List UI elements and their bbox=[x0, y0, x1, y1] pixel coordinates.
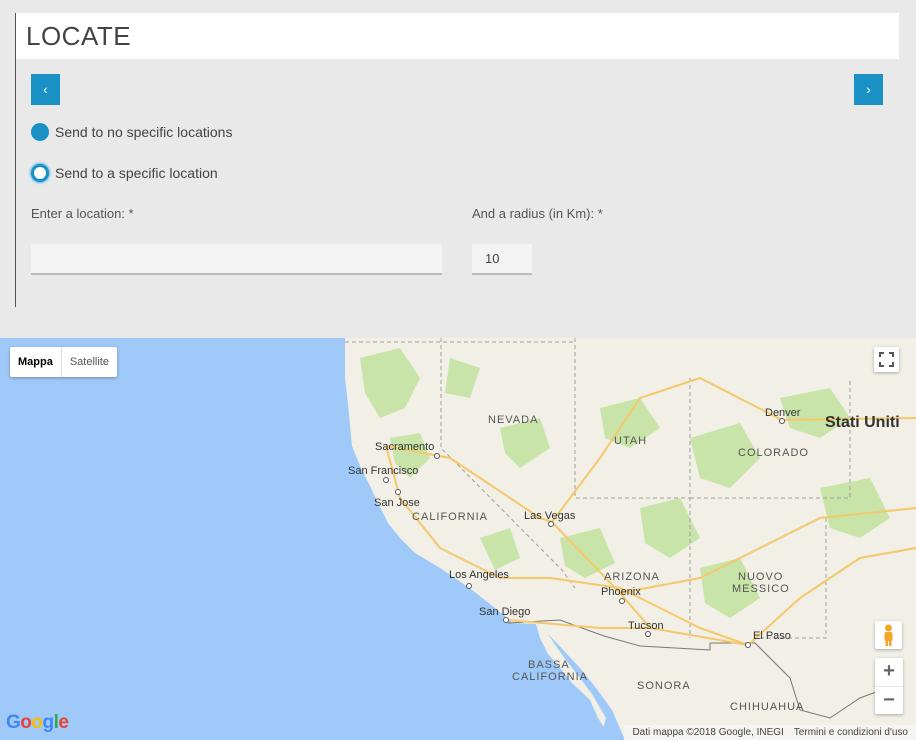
previous-button[interactable]: ‹ bbox=[31, 74, 60, 105]
zoom-control: + − bbox=[875, 658, 903, 714]
pegman-icon bbox=[884, 624, 893, 646]
zoom-in-button[interactable]: + bbox=[875, 658, 903, 687]
state-label-nevada: NEVADA bbox=[488, 414, 538, 426]
location-input[interactable] bbox=[31, 244, 442, 275]
google-logo: Google bbox=[6, 712, 69, 733]
city-tucson: Tucson bbox=[628, 620, 664, 632]
state-label-nuovo: NUOVO bbox=[738, 571, 783, 583]
zoom-out-button[interactable]: − bbox=[875, 687, 903, 715]
fullscreen-button[interactable] bbox=[874, 347, 899, 372]
radio-label-specific: Send to a specific location bbox=[55, 165, 218, 181]
radio-unchecked-icon[interactable] bbox=[31, 164, 49, 182]
city-sacramento: Sacramento bbox=[375, 441, 434, 453]
map-type-mappa-button[interactable]: Mappa bbox=[10, 347, 62, 377]
state-label-chihuahua: CHIHUAHUA bbox=[730, 701, 804, 713]
street-view-pegman-button[interactable] bbox=[875, 621, 902, 649]
map-canvas[interactable]: NEVADA UTAH COLORADO CALIFORNIA ARIZONA … bbox=[0, 338, 916, 740]
city-phoenix: Phoenix bbox=[601, 586, 641, 598]
page-title: LOCATE bbox=[26, 21, 132, 51]
radio-label-no-specific: Send to no specific locations bbox=[55, 124, 233, 140]
attribution-terms-link[interactable]: Termini e condizioni d'uso bbox=[794, 725, 908, 740]
city-los-angeles: Los Angeles bbox=[449, 569, 509, 581]
state-label-sonora: SONORA bbox=[637, 680, 691, 692]
radius-input[interactable] bbox=[472, 244, 532, 275]
map-type-control: Mappa Satellite bbox=[10, 347, 117, 377]
city-san-jose: San Jose bbox=[374, 497, 420, 509]
state-label-bassa-california: CALIFORNIA bbox=[512, 671, 588, 683]
fullscreen-icon bbox=[879, 352, 894, 367]
city-san-francisco: San Francisco bbox=[348, 465, 418, 477]
state-label-arizona: ARIZONA bbox=[604, 571, 660, 583]
state-label-colorado: COLORADO bbox=[738, 447, 809, 459]
map[interactable]: NEVADA UTAH COLORADO CALIFORNIA ARIZONA … bbox=[0, 338, 916, 740]
state-label-messico: MESSICO bbox=[732, 583, 790, 595]
country-label: Stati Uniti bbox=[825, 414, 900, 431]
state-label-bassa: BASSA bbox=[528, 659, 570, 671]
city-san-diego: San Diego bbox=[479, 606, 530, 618]
attribution-data: Dati mappa ©2018 Google, INEGI bbox=[632, 727, 784, 738]
next-button[interactable]: › bbox=[854, 74, 883, 105]
state-label-utah: UTAH bbox=[614, 435, 647, 447]
map-attribution: Dati mappa ©2018 Google, INEGI Termini e… bbox=[624, 725, 916, 740]
radio-option-no-specific[interactable]: Send to no specific locations bbox=[31, 123, 232, 141]
state-label-california: CALIFORNIA bbox=[412, 511, 488, 523]
city-el-paso: El Paso bbox=[753, 630, 791, 642]
locate-panel: LOCATE ‹ › Send to no specific locations… bbox=[15, 13, 899, 307]
city-las-vegas: Las Vegas bbox=[524, 510, 576, 522]
location-label: Enter a location: * bbox=[31, 206, 134, 221]
radio-option-specific[interactable]: Send to a specific location bbox=[31, 164, 218, 182]
radius-label: And a radius (in Km): * bbox=[472, 206, 603, 221]
map-type-satellite-button[interactable]: Satellite bbox=[62, 347, 117, 377]
radio-checked-icon[interactable] bbox=[31, 123, 49, 141]
city-denver: Denver bbox=[765, 407, 801, 419]
header-bar: LOCATE bbox=[16, 13, 899, 59]
